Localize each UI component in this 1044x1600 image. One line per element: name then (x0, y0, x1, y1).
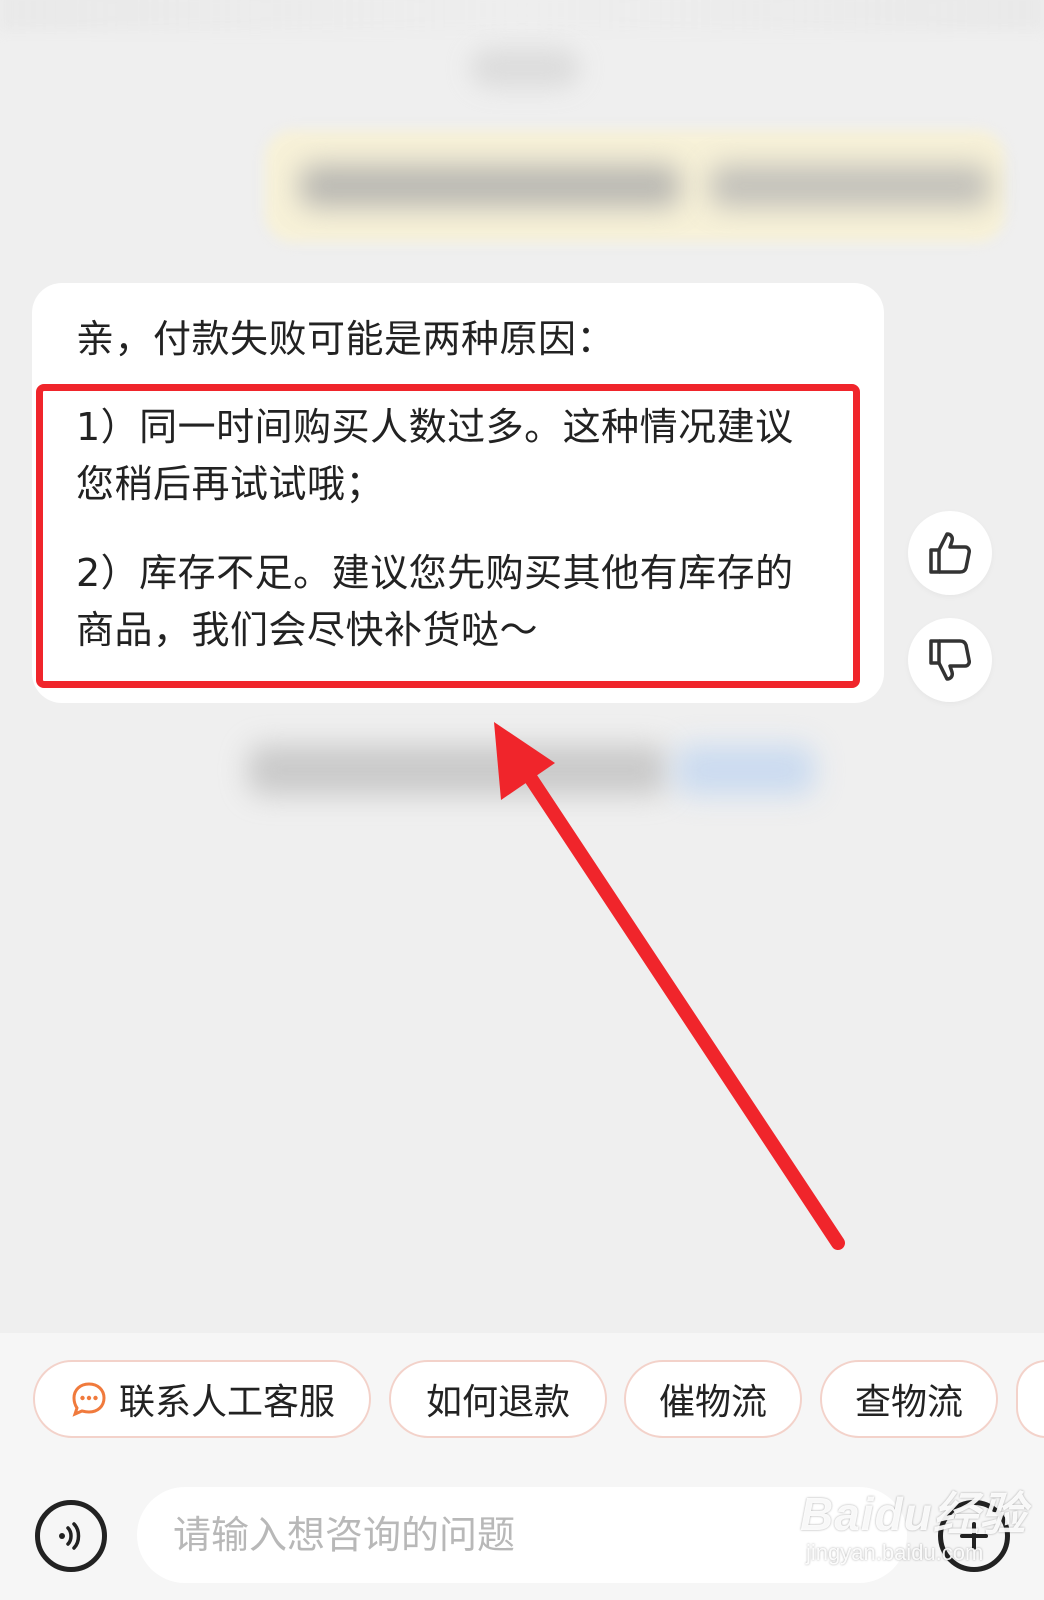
voice-button[interactable] (35, 1500, 107, 1572)
quick-action-human-service[interactable]: 联系人工客服 (33, 1360, 371, 1438)
quick-action-label: 联系人工客服 (118, 1382, 335, 1423)
quick-action-label: 查物流 (854, 1382, 963, 1423)
quick-action-label: 如何退款 (425, 1382, 570, 1423)
voice-wave-icon (59, 1522, 81, 1550)
chat-bubble-icon (69, 1379, 109, 1419)
quick-action-refund[interactable]: 如何退款 (389, 1360, 607, 1438)
more-actions-button[interactable] (938, 1500, 1010, 1572)
quick-action-urge-shipping[interactable]: 催物流 (624, 1360, 802, 1438)
quick-action-label: 催物流 (658, 1382, 767, 1423)
message-input[interactable] (171, 1512, 907, 1558)
plus-icon (960, 1522, 988, 1550)
quick-action-track-shipping[interactable]: 查物流 (820, 1360, 998, 1438)
message-input-container (137, 1487, 907, 1583)
